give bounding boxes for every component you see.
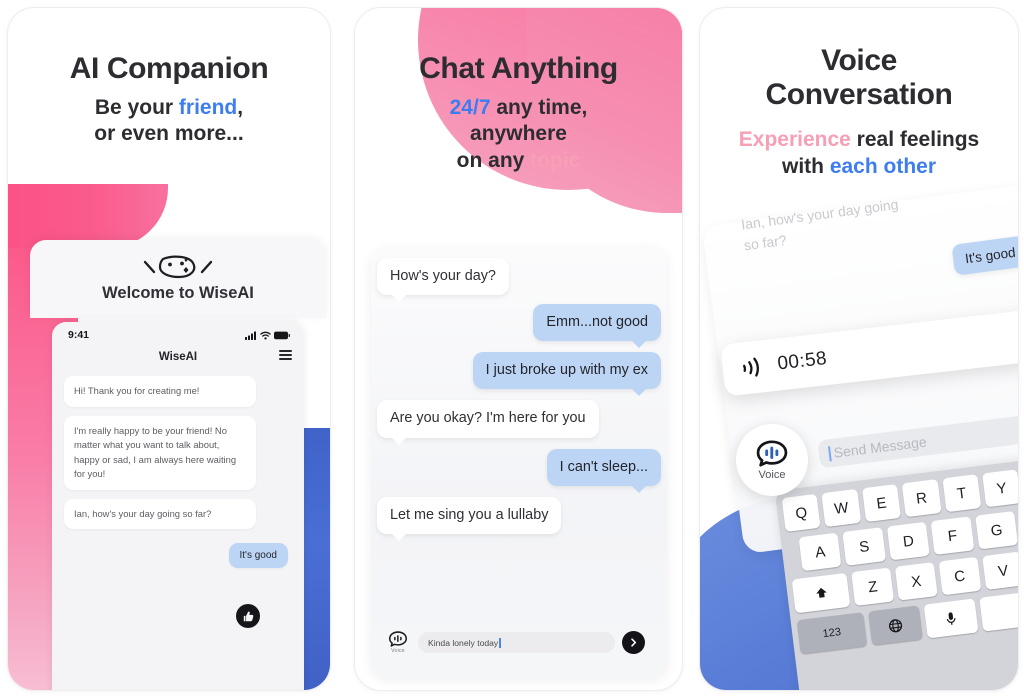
panel3-sub-2a: with — [781, 155, 830, 179]
voice-button-label: Voice — [758, 468, 786, 481]
microphone-icon[interactable] — [923, 598, 979, 639]
key-a[interactable]: A — [798, 532, 842, 572]
app-title: WiseAI — [158, 351, 198, 363]
status-time: 9:41 — [68, 329, 90, 341]
voice-button[interactable]: Voice — [385, 631, 411, 654]
panel3-sub-eachother: each other — [829, 155, 937, 179]
key-z[interactable]: Z — [851, 567, 895, 606]
smiley-face-icon — [141, 255, 215, 281]
feature-panel-voice-conversation: Voice Conversation Experience real feeli… — [700, 8, 1018, 690]
key-y[interactable]: Y — [982, 469, 1018, 508]
key-e[interactable]: E — [861, 484, 902, 523]
key-f[interactable]: F — [930, 516, 975, 555]
on-screen-keyboard[interactable]: QWERTYUI ASDFGHJ ZXCVBN 123 space — [774, 450, 1018, 690]
panel3-title-line1: Voice — [821, 44, 897, 77]
voice-button-label: Voice — [391, 648, 405, 654]
message-composer-panel2: Voice Kinda lonely today — [385, 631, 645, 654]
key-d[interactable]: D — [886, 521, 931, 561]
voice-note-duration: 00:58 — [776, 348, 829, 375]
panel3-title-line2: Conversation — [765, 77, 953, 111]
message-row: Emm...not good — [371, 304, 667, 349]
sound-wave-icon — [742, 357, 759, 377]
send-message-placeholder: Send Message — [832, 433, 928, 461]
key-r[interactable]: R — [901, 479, 942, 518]
chat-surface-panel2: How's your day? Emm...not good I just br… — [371, 248, 667, 678]
send-arrow-icon — [631, 638, 637, 647]
signal-icon — [245, 331, 256, 340]
panel1-subtitle: Be your friend, or even more... — [8, 95, 330, 149]
message-bubble-ai: How's your day? — [377, 258, 509, 303]
battery-icon — [274, 331, 290, 339]
panel2-sub-line2: anywhere — [470, 122, 567, 146]
message-bubble-ai: I'm really happy to be your friend! No m… — [64, 415, 256, 490]
key-c[interactable]: C — [938, 556, 982, 596]
panel2-sub-topic: topic — [530, 149, 581, 173]
panel2-headline: Chat Anything 24/7 any time, anywhere on… — [355, 8, 682, 175]
message-input-value: Kinda lonely today — [428, 637, 499, 648]
panel1-headline: AI Companion Be your friend, or even mor… — [8, 8, 330, 148]
message-row: How's your day? — [371, 258, 667, 303]
message-row: I can't sleep... — [371, 448, 667, 493]
key-g[interactable]: G — [974, 510, 1018, 550]
message-row: Let me sing you a lullaby — [371, 496, 667, 542]
panel1-sub-a: Be your — [94, 95, 179, 119]
key-w[interactable]: W — [821, 488, 861, 528]
key-x[interactable]: X — [894, 562, 938, 601]
globe-icon[interactable] — [867, 605, 923, 646]
panel2-subtitle: 24/7 any time, anywhere on any topic — [355, 95, 682, 176]
message-bubble-user: I just broke up with my ex — [472, 352, 661, 397]
key-s[interactable]: S — [842, 527, 886, 566]
panel3-sub-1b: real feelings — [850, 128, 980, 152]
thumbs-up-icon[interactable] — [236, 604, 260, 628]
message-bubble-user: Emm...not good — [533, 304, 661, 349]
panel2-sub-247: 24/7 — [449, 95, 491, 119]
message-bubble-ai: Are you okay? I'm here for you — [377, 400, 599, 445]
voice-chat-icon — [388, 631, 408, 647]
message-row: I just broke up with my ex — [371, 352, 667, 397]
message-thread-panel1: Hi! Thank you for creating me! I'm reall… — [52, 370, 304, 569]
message-input[interactable]: Kinda lonely today — [418, 632, 615, 653]
app-bar: WiseAI — [52, 344, 304, 370]
panel3-subtitle: Experience real feelings with each other — [700, 127, 1018, 181]
message-bubble-ai: Ian, how's your day going so far? — [64, 498, 256, 530]
panel3-headline: Voice Conversation Experience real feeli… — [700, 8, 1018, 181]
key-v[interactable]: V — [981, 551, 1018, 590]
phone-mockup-panel1: 9:41 WiseAI Hi! Thank you for creating m… — [52, 322, 304, 690]
feature-panel-chat-anything: Chat Anything 24/7 any time, anywhere on… — [355, 8, 682, 690]
key-q[interactable]: Q — [781, 493, 821, 532]
play-triangle-icon[interactable] — [1014, 323, 1018, 350]
screenshot-stage: AI Companion Be your friend, or even mor… — [0, 0, 1024, 698]
message-bubble-ai: Let me sing you a lullaby — [377, 496, 562, 542]
panel2-sub-1b: any time, — [490, 95, 588, 119]
text-caret — [827, 445, 832, 461]
message-row-user: It's good — [64, 543, 292, 569]
status-icons — [245, 331, 290, 340]
panel2-title: Chat Anything — [419, 52, 618, 85]
feature-panel-ai-companion: AI Companion Be your friend, or even mor… — [8, 8, 330, 690]
panel3-sub-experience: Experience — [738, 128, 851, 152]
panel2-sub-3a: on any — [456, 149, 531, 173]
key-t[interactable]: T — [941, 474, 982, 513]
message-row: Are you okay? I'm here for you — [371, 400, 667, 445]
shift-arrow-icon[interactable] — [791, 572, 851, 614]
panel1-title: AI Companion — [69, 52, 269, 85]
panel1-sub-c: , — [237, 95, 244, 119]
pink-decorative-arm — [8, 184, 168, 248]
text-caret — [499, 637, 501, 648]
message-bubble-user: It's good — [228, 543, 288, 569]
status-bar: 9:41 — [52, 322, 304, 342]
welcome-card: Welcome to WiseAI — [30, 240, 326, 318]
hamburger-menu-icon[interactable] — [279, 350, 292, 361]
wifi-icon — [260, 331, 271, 340]
voice-button[interactable]: Voice — [736, 424, 808, 496]
voice-chat-icon — [756, 439, 788, 467]
panel1-sub-line2: or even more... — [94, 122, 244, 146]
send-button[interactable] — [622, 631, 645, 654]
panel1-sub-friend: friend — [178, 95, 238, 119]
key-123[interactable]: 123 — [796, 612, 868, 655]
welcome-card-text: Welcome to WiseAI — [102, 284, 254, 302]
message-bubble-user: I can't sleep... — [546, 448, 661, 493]
message-bubble-ai: Hi! Thank you for creating me! — [64, 376, 256, 407]
